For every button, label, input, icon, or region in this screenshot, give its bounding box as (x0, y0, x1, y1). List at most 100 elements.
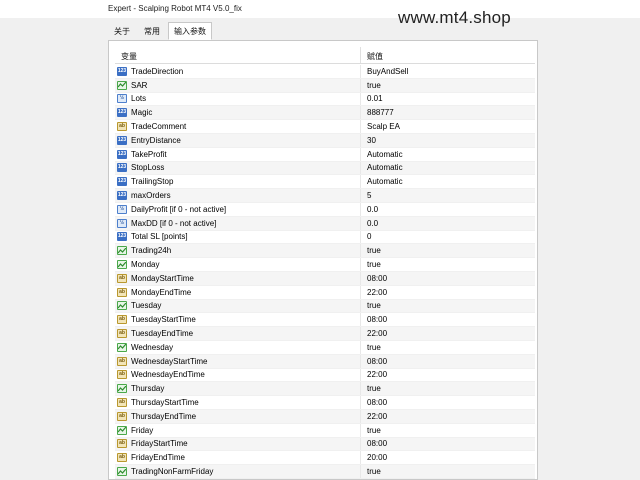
param-value[interactable]: 0.0 (361, 205, 535, 214)
param-value[interactable]: 08:00 (361, 439, 535, 448)
param-value[interactable]: true (361, 467, 535, 476)
table-row[interactable]: Thursday true (115, 382, 535, 397)
param-name: TradeDirection (131, 66, 184, 76)
param-name: TradingNonFarmFriday (131, 467, 214, 476)
param-name-cell: 123 Magic (115, 106, 361, 120)
param-name-cell: ½ MaxDD [if 0 - not active] (115, 216, 361, 230)
param-value[interactable]: 22:00 (361, 370, 535, 379)
inputs-panel: 变量 赋值 123 TradeDirection BuyAndSell SAR true… (108, 40, 538, 480)
table-row[interactable]: ab ThursdayEndTime 22:00 (115, 409, 535, 424)
param-value[interactable]: 0.01 (361, 94, 535, 103)
table-row[interactable]: ½ Lots 0.01 (115, 92, 535, 107)
string-icon: ab (117, 398, 127, 408)
param-value[interactable]: Automatic (361, 150, 535, 159)
table-row[interactable]: ab FridayStartTime 08:00 (115, 437, 535, 452)
param-value[interactable]: BuyAndSell (361, 67, 535, 76)
param-value[interactable]: 22:00 (361, 412, 535, 421)
param-value[interactable]: 888777 (361, 108, 535, 117)
table-row[interactable]: Tuesday true (115, 299, 535, 314)
table-row[interactable]: 123 TrailingStop Automatic (115, 175, 535, 190)
table-row[interactable]: ab WednesdayEndTime 22:00 (115, 368, 535, 383)
bool-icon (117, 342, 127, 352)
param-name: Thursday (131, 384, 165, 394)
param-name-cell: Thursday (115, 382, 361, 396)
bool-icon (117, 260, 127, 270)
param-value[interactable]: 30 (361, 136, 535, 145)
param-value[interactable]: true (361, 426, 535, 435)
string-icon: ab (117, 370, 127, 380)
param-name-cell: ab TuesdayStartTime (115, 313, 361, 327)
param-value[interactable]: true (361, 301, 535, 310)
table-row[interactable]: 123 TradeDirection BuyAndSell (115, 65, 535, 79)
table-row[interactable]: 123 TakeProfit Automatic (115, 147, 535, 162)
param-name: MaxDD [if 0 - not active] (131, 218, 217, 228)
param-value[interactable]: Scalp EA (361, 122, 535, 131)
param-value[interactable]: true (361, 246, 535, 255)
table-row[interactable]: 123 Magic 888777 (115, 106, 535, 121)
string-icon: ab (117, 287, 127, 297)
param-value[interactable]: Automatic (361, 163, 535, 172)
param-value[interactable]: 08:00 (361, 357, 535, 366)
param-name-cell: ab TradeComment (115, 120, 361, 133)
param-value[interactable]: true (361, 81, 535, 90)
param-value[interactable]: Automatic (361, 177, 535, 186)
enum-icon: 123 (117, 66, 127, 76)
double-icon: ½ (117, 204, 127, 214)
table-row[interactable]: ab WednesdayStartTime 08:00 (115, 354, 535, 369)
table-row[interactable]: ab TuesdayStartTime 08:00 (115, 313, 535, 328)
table-row[interactable]: 123 maxOrders 5 (115, 189, 535, 203)
param-name-cell: 123 TrailingStop (115, 175, 361, 189)
table-row[interactable]: ab ThursdayStartTime 08:00 (115, 396, 535, 410)
param-value[interactable]: 22:00 (361, 329, 535, 338)
enum-icon: 123 (117, 163, 127, 173)
param-name: TuesdayStartTime (131, 315, 196, 325)
param-name-cell: ab ThursdayStartTime (115, 396, 361, 409)
table-row[interactable]: ab FridayEndTime 20:00 (115, 451, 535, 466)
int-icon: 123 (117, 135, 127, 145)
param-value[interactable]: 0.0 (361, 219, 535, 228)
param-name-cell: ab WednesdayEndTime (115, 368, 361, 382)
table-row[interactable]: ab MondayStartTime 08:00 (115, 271, 535, 286)
param-value[interactable]: 08:00 (361, 315, 535, 324)
table-row[interactable]: ½ DailyProfit [if 0 - not active] 0.0 (115, 202, 535, 217)
bool-icon (117, 301, 127, 311)
param-name: DailyProfit [if 0 - not active] (131, 204, 227, 214)
string-icon: ab (117, 122, 127, 132)
table-row[interactable]: ab TradeComment Scalp EA (115, 120, 535, 134)
bool-icon (117, 80, 127, 90)
table-row[interactable]: Friday true (115, 423, 535, 438)
table-row[interactable]: 123 Total SL [points] 0 (115, 230, 535, 245)
param-value[interactable]: true (361, 343, 535, 352)
table-row[interactable]: ab TuesdayEndTime 22:00 (115, 327, 535, 341)
tab-inputs[interactable]: 输入参数 (168, 22, 212, 40)
table-row[interactable]: ab MondayEndTime 22:00 (115, 285, 535, 300)
param-value[interactable]: 20:00 (361, 453, 535, 462)
param-name: TrailingStop (131, 177, 174, 187)
table-row[interactable]: ½ MaxDD [if 0 - not active] 0.0 (115, 216, 535, 231)
string-icon: ab (117, 411, 127, 421)
table-row[interactable]: Wednesday true (115, 340, 535, 355)
string-icon: ab (117, 329, 127, 339)
param-value[interactable]: 0 (361, 232, 535, 241)
enum-icon: 123 (117, 149, 127, 159)
param-value[interactable]: true (361, 384, 535, 393)
param-value[interactable]: true (361, 260, 535, 269)
param-value[interactable]: 08:00 (361, 398, 535, 407)
param-name: Total SL [points] (131, 232, 188, 242)
param-value[interactable]: 08:00 (361, 274, 535, 283)
table-row[interactable]: Trading24h true (115, 244, 535, 259)
tab-common[interactable]: 常用 (138, 22, 166, 40)
param-value[interactable]: 22:00 (361, 288, 535, 297)
column-header-value[interactable]: 赋值 (361, 47, 535, 63)
table-row[interactable]: Monday true (115, 258, 535, 272)
table-row[interactable]: TradingNonFarmFriday true (115, 465, 535, 479)
double-icon: ½ (117, 218, 127, 228)
param-name: Trading24h (131, 246, 172, 256)
column-header-variable[interactable]: 变量 (115, 47, 361, 63)
table-row[interactable]: SAR true (115, 78, 535, 93)
table-row[interactable]: 123 StopLoss Automatic (115, 161, 535, 176)
table-row[interactable]: 123 EntryDistance 30 (115, 133, 535, 148)
param-value[interactable]: 5 (361, 191, 535, 200)
tab-about[interactable]: 关于 (108, 22, 136, 40)
table-header: 变量 赋值 (115, 47, 535, 64)
